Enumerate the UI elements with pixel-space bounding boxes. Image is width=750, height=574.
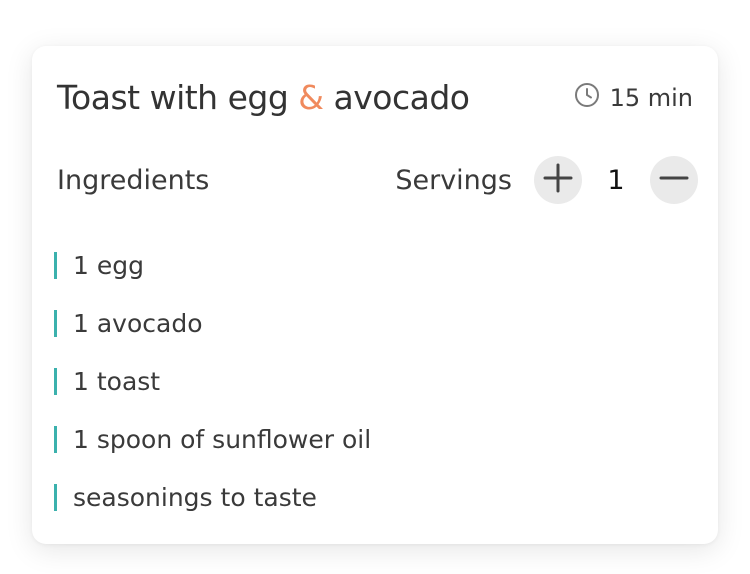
list-item: 1 spoon of sunflower oil [54, 410, 371, 468]
plus-icon [541, 161, 575, 199]
list-marker [54, 309, 57, 337]
increase-servings-button[interactable] [534, 156, 582, 204]
ingredient-text: 1 egg [73, 250, 144, 280]
ingredient-text: 1 toast [73, 366, 161, 396]
ingredient-text: 1 spoon of sunflower oil [73, 424, 372, 454]
recipe-card: Toast with egg & avocado 15 min Ingredie… [32, 46, 718, 544]
list-item: 1 egg [54, 236, 371, 294]
minus-icon [657, 161, 691, 199]
servings-count: 1 [607, 164, 625, 196]
cook-time-value: 15 min [609, 84, 693, 112]
list-marker [54, 367, 57, 395]
list-marker [54, 251, 57, 279]
cook-time: 15 min [574, 82, 693, 114]
servings-label: Servings [395, 164, 512, 196]
decrease-servings-button[interactable] [650, 156, 698, 204]
title-ampersand: & [298, 78, 324, 117]
ingredient-text: 1 avocado [73, 308, 203, 338]
list-marker [54, 483, 57, 511]
title-text-end: avocado [323, 78, 470, 117]
list-marker [54, 425, 57, 453]
list-item: seasonings to taste [54, 468, 371, 526]
list-item: 1 avocado [54, 294, 371, 352]
servings-control: Servings 1 [395, 156, 698, 204]
recipe-title: Toast with egg & avocado [57, 74, 470, 122]
ingredients-list: 1 egg 1 avocado 1 toast 1 spoon of sunfl… [54, 236, 371, 526]
list-item: 1 toast [54, 352, 371, 410]
clock-icon [574, 82, 610, 114]
title-text-start: Toast with egg [57, 78, 299, 117]
ingredients-heading: Ingredients [57, 165, 210, 196]
ingredient-text: seasonings to taste [73, 482, 317, 512]
